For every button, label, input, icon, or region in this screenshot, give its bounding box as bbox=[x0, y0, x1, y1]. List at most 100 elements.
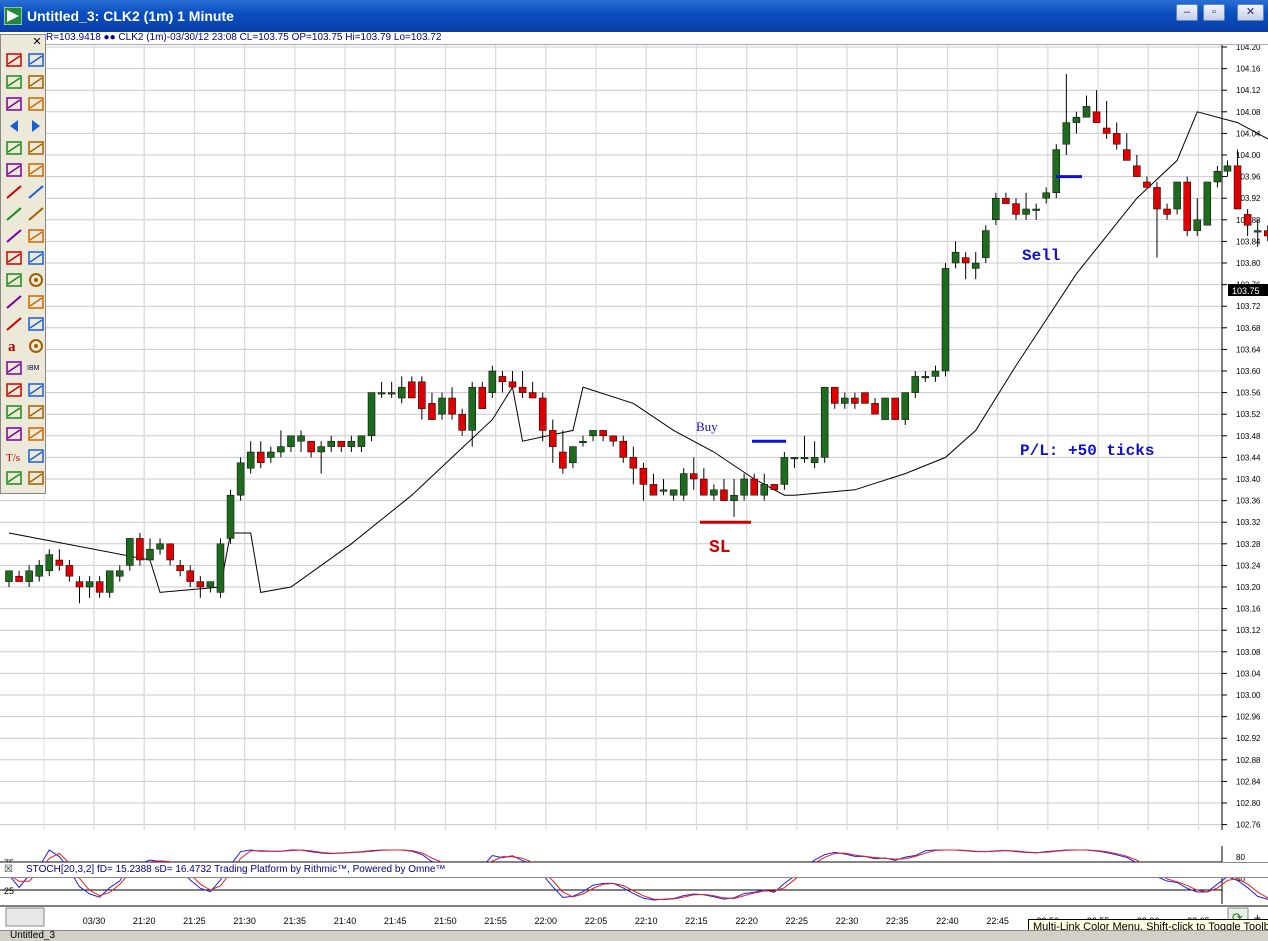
stoch-right-level: 80 bbox=[1236, 853, 1245, 862]
spiral-icon[interactable] bbox=[27, 271, 45, 289]
current-price-label: 103.75 bbox=[1232, 286, 1260, 296]
time-label-top: 21:50 bbox=[434, 916, 457, 926]
zoom-icon[interactable] bbox=[5, 403, 23, 421]
ibm-icon[interactable]: IBM bbox=[27, 359, 45, 377]
candle-up bbox=[992, 197, 1000, 221]
xyz-alt-icon[interactable] bbox=[27, 95, 45, 113]
candle-down bbox=[961, 257, 970, 264]
price-label: 103.04 bbox=[1236, 669, 1261, 678]
time-label-top: 21:25 bbox=[183, 916, 206, 926]
candle-down bbox=[1163, 208, 1171, 215]
hand-icon[interactable] bbox=[5, 161, 23, 179]
ts-icon[interactable]: T/s bbox=[5, 447, 23, 465]
price-label: 103.48 bbox=[1236, 432, 1261, 441]
minimize-button[interactable]: – bbox=[1176, 4, 1198, 21]
camera-icon[interactable] bbox=[27, 447, 45, 465]
vertical-line-icon[interactable] bbox=[5, 183, 23, 201]
price-label: 104.04 bbox=[1236, 129, 1261, 138]
candle-up bbox=[327, 440, 335, 447]
chart-window-icon[interactable] bbox=[27, 139, 45, 157]
angle-icon[interactable] bbox=[27, 227, 45, 245]
fib-time-icon[interactable] bbox=[5, 249, 23, 267]
alert-doc-icon[interactable] bbox=[27, 381, 45, 399]
bell-icon[interactable] bbox=[27, 161, 45, 179]
cross-line-icon[interactable] bbox=[5, 227, 23, 245]
window-title: Untitled_3: CLK2 (1m) 1 Minute bbox=[27, 8, 234, 24]
candle-up bbox=[206, 581, 215, 588]
chart-plot[interactable]: 104.20104.16104.12104.08104.04104.00103.… bbox=[0, 32, 1268, 930]
time-label-top: 22:45 bbox=[986, 916, 1009, 926]
price-label: 102.84 bbox=[1236, 777, 1261, 786]
price-label: 103.16 bbox=[1236, 605, 1261, 614]
parallel-lines-icon[interactable] bbox=[27, 205, 45, 223]
list-icon[interactable] bbox=[5, 73, 23, 91]
refresh-icon[interactable] bbox=[5, 425, 23, 443]
candle-down bbox=[1153, 187, 1161, 210]
target-icon[interactable] bbox=[27, 337, 45, 355]
time-label-top: 22:30 bbox=[836, 916, 859, 926]
time-label-top: 03/30 bbox=[83, 916, 106, 926]
xyz-tool-icon[interactable] bbox=[5, 51, 23, 69]
wave-icon[interactable] bbox=[5, 359, 23, 377]
candle-up bbox=[760, 484, 768, 496]
stoch-left-level: 25 bbox=[4, 886, 14, 896]
close-button[interactable]: ✕ bbox=[1237, 4, 1264, 21]
title-bar: Untitled_3: CLK2 (1m) 1 Minute – ▫ ✕ bbox=[0, 0, 1268, 32]
horizontal-line-icon[interactable] bbox=[27, 183, 45, 201]
pitchfork-icon[interactable] bbox=[27, 51, 45, 69]
candle-up bbox=[468, 386, 476, 431]
candle-down bbox=[15, 575, 23, 582]
hand-tool-icon[interactable] bbox=[27, 425, 45, 443]
text-icon[interactable]: a bbox=[5, 337, 23, 355]
price-label: 102.92 bbox=[1236, 734, 1261, 743]
candle-up bbox=[1042, 192, 1050, 199]
candle-up bbox=[438, 397, 446, 415]
candle-down bbox=[619, 440, 628, 458]
candle-up bbox=[901, 392, 909, 420]
time-label-top: 21:20 bbox=[133, 916, 156, 926]
candle-down bbox=[1112, 133, 1121, 145]
price-label: 103.08 bbox=[1236, 648, 1261, 657]
fan-icon[interactable] bbox=[5, 271, 23, 289]
toolbar-close-icon[interactable]: ✕ bbox=[31, 37, 43, 48]
candle-up bbox=[105, 570, 114, 593]
gann-icon[interactable] bbox=[27, 249, 45, 267]
expand-icon[interactable] bbox=[27, 469, 45, 487]
right-arrow-icon[interactable] bbox=[27, 117, 45, 135]
sl-annotation: SL bbox=[709, 538, 731, 558]
price-label: 103.44 bbox=[1236, 453, 1261, 462]
price-label: 104.16 bbox=[1236, 65, 1261, 74]
pitchfork-line-icon[interactable] bbox=[5, 315, 23, 333]
candle-up bbox=[1022, 208, 1030, 215]
candle-up bbox=[780, 457, 789, 485]
candle-down bbox=[498, 376, 507, 383]
time-label-top: 22:25 bbox=[786, 916, 809, 926]
candle-up bbox=[267, 451, 275, 458]
app-icon bbox=[4, 7, 22, 25]
candle-down bbox=[1243, 214, 1252, 226]
price-label: 103.20 bbox=[1236, 583, 1261, 592]
candle-up bbox=[810, 457, 819, 464]
candle-up bbox=[488, 370, 497, 393]
trash-icon[interactable] bbox=[27, 73, 45, 91]
chart-window: 104.20 104.16 104.12 104.08 104.04 104.00 103.… bbox=[0, 32, 1268, 936]
candle-up bbox=[911, 376, 920, 393]
candle-up bbox=[841, 397, 849, 404]
left-arrow-icon[interactable] bbox=[5, 117, 23, 135]
play-icon[interactable] bbox=[27, 403, 45, 421]
move-icon[interactable] bbox=[5, 95, 23, 113]
time-label-top: 22:15 bbox=[685, 916, 708, 926]
trend-line-icon[interactable] bbox=[5, 205, 23, 223]
candle-down bbox=[1143, 181, 1151, 188]
stoch-close-icon[interactable]: ☒ bbox=[4, 863, 13, 877]
restore-button[interactable]: ▫ bbox=[1203, 4, 1225, 21]
chart-bars-icon[interactable] bbox=[5, 139, 23, 157]
speed-lines-icon[interactable] bbox=[5, 293, 23, 311]
gann-fan-icon[interactable] bbox=[27, 315, 45, 333]
price-label: 103.40 bbox=[1236, 475, 1261, 484]
cross-tool-icon[interactable] bbox=[27, 293, 45, 311]
zoom-out-icon[interactable] bbox=[5, 469, 23, 487]
notes-icon[interactable] bbox=[5, 381, 23, 399]
candle-up bbox=[659, 489, 668, 492]
candle-up bbox=[1253, 230, 1262, 233]
